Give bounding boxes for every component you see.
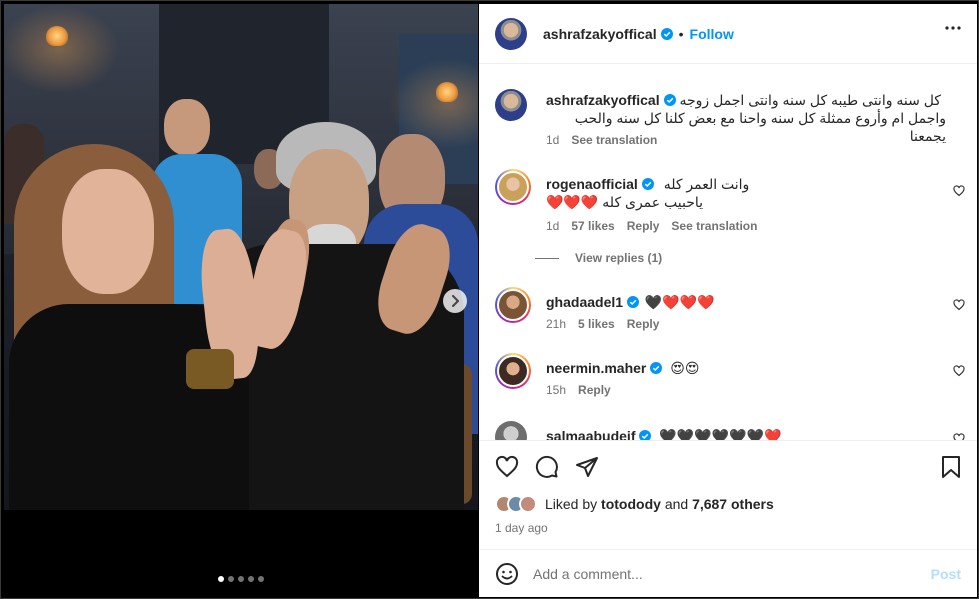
comment-neermin-maher: neermin.maher 😍😍 15h Reply bbox=[495, 353, 965, 403]
save-bookmark-icon[interactable] bbox=[941, 455, 961, 479]
liked-by-others[interactable]: 7,687 others bbox=[692, 496, 774, 512]
add-comment-bar: Post bbox=[479, 549, 977, 597]
verified-badge-icon bbox=[650, 362, 663, 374]
next-slide-button[interactable] bbox=[443, 289, 467, 313]
post-details-panel: ashrafzakyoffical • Follow ashrafzakyoff… bbox=[479, 4, 977, 597]
comment-emojis: 🖤🖤🖤🖤🖤🖤❤️ bbox=[659, 428, 782, 440]
woman-bracelets bbox=[186, 349, 234, 389]
reply-button[interactable]: Reply bbox=[627, 219, 660, 233]
liked-by-user[interactable]: totodody bbox=[601, 496, 661, 512]
follow-button[interactable]: Follow bbox=[690, 26, 734, 42]
comment-age: 15h bbox=[546, 383, 567, 397]
comment-age: 1d bbox=[546, 219, 560, 233]
instagram-post-window: ashrafzakyoffical • Follow ashrafzakyoff… bbox=[0, 0, 979, 599]
carousel-indicator bbox=[4, 576, 478, 582]
liked-by-prefix: Liked by bbox=[545, 496, 598, 512]
post-timestamp[interactable]: 1 day ago bbox=[495, 521, 548, 535]
carousel-dot bbox=[238, 576, 244, 582]
likes-summary: Liked by totodody and 7,687 others bbox=[495, 495, 774, 513]
comment-rogenaofficial: rogenaofficial وانت العمر كله ❤️❤️❤️ ياح… bbox=[495, 169, 965, 239]
replies-line bbox=[535, 257, 559, 259]
like-heart-icon[interactable] bbox=[495, 455, 519, 479]
post-comment-button[interactable]: Post bbox=[931, 566, 961, 582]
see-translation-button[interactable]: See translation bbox=[671, 219, 757, 233]
comment-likes[interactable]: 57 likes bbox=[571, 219, 614, 233]
verified-badge-icon bbox=[660, 27, 673, 40]
comment-username[interactable]: neermin.maher bbox=[546, 360, 646, 376]
person-blue-head bbox=[164, 99, 210, 155]
caption-avatar[interactable] bbox=[495, 89, 527, 121]
caption: ashrafzakyoffical كل سنه وانتى طيبه كل س… bbox=[495, 89, 965, 159]
comment-emojis: 😍😍 bbox=[670, 360, 700, 376]
comment-avatar[interactable] bbox=[495, 421, 527, 440]
like-comment-heart-icon[interactable] bbox=[953, 433, 965, 440]
owner-avatar[interactable] bbox=[495, 17, 527, 50]
chevron-right-icon bbox=[452, 295, 459, 307]
post-header: ashrafzakyoffical • Follow bbox=[479, 4, 977, 64]
verified-badge-icon bbox=[627, 296, 640, 308]
carousel-dot bbox=[218, 576, 224, 582]
more-options-icon[interactable] bbox=[945, 26, 961, 30]
post-photo[interactable] bbox=[4, 4, 478, 510]
lamp-glow-left bbox=[4, 4, 119, 94]
comment-ghadaadel1: ghadaadel1 🖤❤️❤️❤️ 21h 5 likes Reply bbox=[495, 287, 965, 337]
comment-salmaabudeif: salmaabudeif 🖤🖤🖤🖤🖤🖤❤️ bbox=[495, 421, 965, 440]
verified-badge-icon bbox=[663, 94, 676, 106]
post-media bbox=[4, 4, 478, 597]
caption-username[interactable]: ashrafzakyoffical bbox=[546, 92, 660, 108]
comment-emojis: 🖤❤️❤️❤️ bbox=[644, 294, 715, 310]
caption-text-line1: كل سنه وانتى طيبه كل سنه وانتى اجمل زوجه bbox=[679, 92, 941, 108]
owner-username[interactable]: ashrafzakyoffical bbox=[543, 26, 657, 42]
like-comment-heart-icon[interactable] bbox=[953, 299, 965, 311]
like-comment-heart-icon[interactable] bbox=[953, 185, 965, 197]
comment-username[interactable]: salmaabudeif bbox=[546, 428, 635, 440]
emoji-picker-icon[interactable] bbox=[495, 562, 519, 586]
comment-input[interactable] bbox=[533, 565, 931, 582]
reply-button[interactable]: Reply bbox=[627, 317, 660, 331]
verified-badge-icon bbox=[641, 178, 654, 190]
header-separator: • bbox=[678, 25, 684, 42]
view-replies-button[interactable]: View replies (1) bbox=[535, 251, 662, 265]
comment-avatar[interactable] bbox=[495, 169, 531, 205]
comment-avatar[interactable] bbox=[495, 287, 531, 323]
comment-emojis: ❤️❤️❤️ bbox=[546, 194, 599, 210]
wall-lamp-right bbox=[436, 82, 458, 102]
carousel-dot bbox=[248, 576, 254, 582]
liked-by-and: and bbox=[664, 496, 689, 512]
comment-avatar[interactable] bbox=[495, 353, 531, 389]
comment-text: ياحبيب عمرى كله bbox=[602, 194, 704, 210]
view-replies-label: View replies (1) bbox=[575, 251, 663, 265]
comments-list[interactable]: ashrafzakyoffical كل سنه وانتى طيبه كل س… bbox=[479, 65, 977, 440]
post-actions: Liked by totodody and 7,687 others 1 day… bbox=[479, 440, 977, 548]
reply-button[interactable]: Reply bbox=[578, 383, 611, 397]
woman-face bbox=[62, 169, 154, 294]
comment-age: 21h bbox=[546, 317, 567, 331]
comment-bubble-icon[interactable] bbox=[535, 455, 559, 479]
wall-lamp-left bbox=[46, 26, 68, 46]
carousel-dot bbox=[258, 576, 264, 582]
comment-username[interactable]: ghadaadel1 bbox=[546, 294, 623, 310]
liker-avatar bbox=[519, 495, 537, 513]
like-comment-heart-icon[interactable] bbox=[953, 365, 965, 377]
caption-age: 1d bbox=[546, 133, 560, 147]
comment-username[interactable]: rogenaofficial bbox=[546, 176, 638, 192]
comment-likes[interactable]: 5 likes bbox=[578, 317, 615, 331]
share-send-icon[interactable] bbox=[575, 455, 599, 479]
comment-text: وانت العمر كله bbox=[663, 176, 750, 192]
verified-badge-icon bbox=[639, 430, 652, 440]
see-translation-button[interactable]: See translation bbox=[571, 133, 657, 147]
carousel-dot bbox=[228, 576, 234, 582]
